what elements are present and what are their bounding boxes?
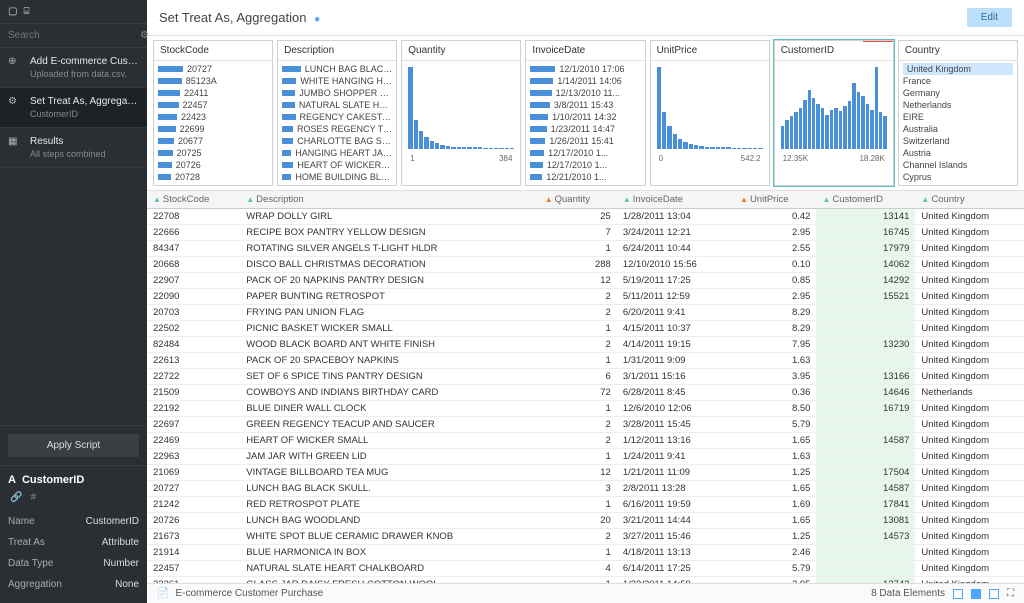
table-row[interactable]: 22722SET OF 6 SPICE TINS PANTRY DESIGN63… (147, 369, 1024, 385)
column-profiles: StockCode2072785123A22411224572242322699… (147, 36, 1024, 191)
view-toggle-2[interactable] (971, 589, 981, 599)
profile-country[interactable]: CountryUnited KingdomFranceGermanyNether… (898, 40, 1018, 186)
data-grid[interactable]: ▲StockCode▲Description▲Quantity▲InvoiceD… (147, 191, 1024, 583)
table-row[interactable]: 22666RECIPE BOX PANTRY YELLOW DESIGN73/2… (147, 225, 1024, 241)
column-header[interactable]: ▲CustomerID (816, 191, 915, 209)
profile-customerid[interactable]: CustomerID12.35K18.28K (774, 40, 894, 186)
property-row[interactable]: Data TypeNumber (8, 553, 139, 574)
sidebar-toolbar: ▢ ⌸ (0, 0, 147, 24)
step-subtitle: CustomerID (30, 109, 139, 119)
dataset-icon: 📄 (157, 588, 169, 599)
table-row[interactable]: 82484WOOD BLACK BOARD ANT WHITE FINISH24… (147, 337, 1024, 353)
profile-quantity[interactable]: Quantity1384 (401, 40, 521, 186)
table-row[interactable]: 22907PACK OF 20 NAPKINS PANTRY DESIGN125… (147, 273, 1024, 289)
table-row[interactable]: 21914BLUE HARMONICA IN BOX14/18/2011 13:… (147, 545, 1024, 561)
table-row[interactable]: 21242RED RETROSPOT PLATE16/16/2011 19:59… (147, 497, 1024, 513)
profile-description[interactable]: DescriptionLUNCH BAG BLACK SKULL.WHITE H… (277, 40, 397, 186)
table-row[interactable]: 21673WHITE SPOT BLUE CERAMIC DRAWER KNOB… (147, 529, 1024, 545)
table-row[interactable]: 22192BLUE DINER WALL CLOCK112/6/2010 12:… (147, 401, 1024, 417)
page-header: Set Treat As, Aggregation ● Edit (147, 0, 1024, 36)
property-row[interactable]: AggregationNone (8, 574, 139, 595)
column-header[interactable]: ▲Quantity (539, 191, 617, 209)
attribute-type-badge: A (8, 474, 16, 486)
step-title: Set Treat As, Aggregation● (30, 96, 139, 107)
view-toggle-3[interactable] (989, 589, 999, 599)
table-row[interactable]: 84347ROTATING SILVER ANGELS T-LIGHT HLDR… (147, 241, 1024, 257)
view-toggle-1[interactable] (953, 589, 963, 599)
table-row[interactable]: 22697GREEN REGENCY TEACUP AND SAUCER23/2… (147, 417, 1024, 433)
database-icon[interactable]: ⌸ (23, 6, 29, 17)
table-row[interactable]: 21509COWBOYS AND INDIANS BIRTHDAY CARD72… (147, 385, 1024, 401)
profile-unitprice[interactable]: UnitPrice0542.2 (650, 40, 770, 186)
data-elements-count: 8 Data Elements (871, 588, 945, 599)
gear-icon: ⚙ (8, 96, 22, 119)
step-add-source[interactable]: ⊕ Add E-commerce Custom... Uploaded from… (0, 48, 147, 88)
column-header[interactable]: ▲Description (240, 191, 538, 209)
step-title: Add E-commerce Custom... (30, 56, 139, 67)
column-header[interactable]: ▲UnitPrice (734, 191, 816, 209)
table-row[interactable]: 22457NATURAL SLATE HEART CHALKBOARD46/14… (147, 561, 1024, 577)
link-icon[interactable]: 🔗 (10, 492, 22, 503)
step-subtitle: All steps combined (30, 149, 106, 159)
table-row[interactable]: 22963JAM JAR WITH GREEN LID11/24/2011 9:… (147, 449, 1024, 465)
expand-icon[interactable]: ⛶ (1007, 588, 1014, 599)
table-row[interactable]: 20668DISCO BALL CHRISTMAS DECORATION2881… (147, 257, 1024, 273)
table-row[interactable]: 22708WRAP DOLLY GIRL251/28/2011 13:040.4… (147, 209, 1024, 225)
apply-script-button[interactable]: Apply Script (8, 434, 139, 457)
search-input[interactable] (8, 30, 140, 41)
main-panel: Set Treat As, Aggregation ● Edit StockCo… (147, 0, 1024, 603)
property-row[interactable]: Treat AsAttribute (8, 532, 139, 553)
page-title: Set Treat As, Aggregation ● (159, 10, 320, 25)
table-row[interactable]: 20727LUNCH BAG BLACK SKULL.32/8/2011 13:… (147, 481, 1024, 497)
property-column-name: CustomerID (22, 474, 84, 486)
column-header[interactable]: ▲InvoiceDate (617, 191, 734, 209)
column-header[interactable]: ▲StockCode (147, 191, 240, 209)
hash-icon[interactable]: # (30, 492, 36, 503)
sidebar: ▢ ⌸ ⚙ ⊕ Add E-commerce Custom... Uploade… (0, 0, 147, 603)
table-row[interactable]: 20726LUNCH BAG WOODLAND203/21/2011 14:44… (147, 513, 1024, 529)
table-row[interactable]: 22613PACK OF 20 SPACEBOY NAPKINS11/31/20… (147, 353, 1024, 369)
profile-invoicedate[interactable]: InvoiceDate12/1/2010 17:061/14/2011 14:0… (525, 40, 645, 186)
step-results[interactable]: ▦ Results All steps combined (0, 128, 147, 168)
results-icon: ▦ (8, 136, 22, 159)
table-row[interactable]: 22469HEART OF WICKER SMALL21/12/2011 13:… (147, 433, 1024, 449)
profile-stockcode[interactable]: StockCode2072785123A22411224572242322699… (153, 40, 273, 186)
table-row[interactable]: 21069VINTAGE BILLBOARD TEA MUG121/21/201… (147, 465, 1024, 481)
edit-button[interactable]: Edit (967, 8, 1012, 27)
plus-icon: ⊕ (8, 56, 22, 79)
table-row[interactable]: 22502PICNIC BASKET WICKER SMALL14/15/201… (147, 321, 1024, 337)
datasource-icon[interactable]: ▢ (8, 6, 17, 17)
sidebar-search: ⚙ (0, 24, 147, 48)
step-title: Results (30, 136, 106, 147)
dataset-name: E-commerce Customer Purchase (175, 588, 323, 599)
column-properties: A CustomerID 🔗 # NameCustomerIDTreat AsAtt… (0, 465, 147, 603)
step-subtitle: Uploaded from data.csv. (30, 69, 139, 79)
step-set-treat-as[interactable]: ⚙ Set Treat As, Aggregation● CustomerID (0, 88, 147, 128)
status-bar: 📄 E-commerce Customer Purchase 8 Data El… (147, 583, 1024, 603)
table-row[interactable]: 22090PAPER BUNTING RETROSPOT25/11/2011 1… (147, 289, 1024, 305)
property-row[interactable]: NameCustomerID (8, 511, 139, 532)
table-row[interactable]: 20703FRYING PAN UNION FLAG26/20/2011 9:4… (147, 305, 1024, 321)
steps-list: ⊕ Add E-commerce Custom... Uploaded from… (0, 48, 147, 425)
column-header[interactable]: ▲Country (915, 191, 1024, 209)
